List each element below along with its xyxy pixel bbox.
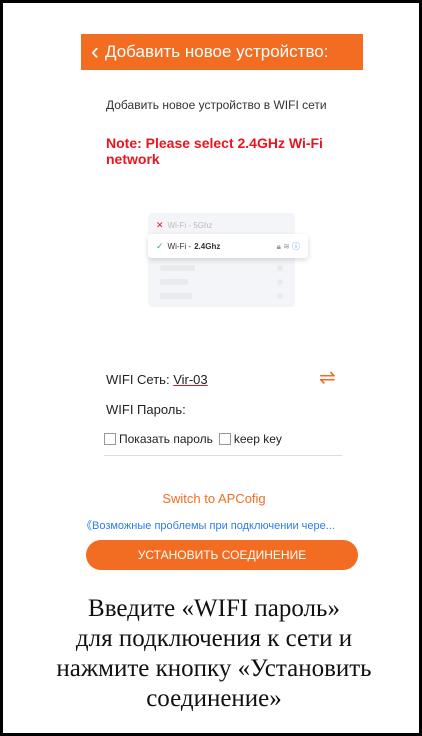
wifi-network-value[interactable]: Vir-03: [173, 372, 207, 387]
wifi-24-name: Wi-Fi: [167, 241, 187, 251]
check-icon: ✓: [156, 240, 164, 251]
keep-key-checkbox[interactable]: [218, 433, 231, 445]
chevron-left-icon[interactable]: ‹: [91, 40, 99, 64]
caption-line: Введите «WIFI пароль»: [88, 595, 340, 622]
separator: -: [186, 221, 194, 230]
instruction-caption: Введите «WIFI пароль» для подключения к …: [3, 594, 422, 714]
show-password-checkbox[interactable]: [104, 433, 116, 445]
placeholder-bar: [160, 293, 192, 299]
cross-icon: ✕: [156, 220, 164, 230]
password-options: Показать пароль keep key: [104, 432, 282, 446]
wifi-24-band: 2.4Ghz: [194, 241, 221, 251]
connect-button[interactable]: УСТАНОВИТЬ СОЕДИНЕНИЕ: [86, 540, 358, 570]
keep-key-label[interactable]: keep key: [234, 432, 282, 446]
header-title: Добавить новое устройство:: [105, 42, 329, 61]
show-password-label[interactable]: Показать пароль: [119, 432, 213, 446]
placeholder-dot: [277, 265, 283, 271]
divider: [104, 455, 342, 456]
wifi-5g-band: 5Ghz: [193, 221, 213, 230]
wifi-band-illustration: ✕ Wi-Fi - 5Ghz ✓ Wi-Fi - 2.4Ghz 🔒︎ ≋ ⓘ: [148, 213, 308, 307]
info-icon: ⓘ: [292, 241, 300, 251]
caption-line: для подключения к сети и: [75, 625, 353, 652]
switch-network-icon[interactable]: ⇌: [319, 365, 336, 390]
placeholder-bar: [160, 279, 188, 285]
wifi-network-field[interactable]: WIFI Сеть: Vir-03: [106, 372, 208, 387]
caption-line: соединение»: [146, 685, 282, 712]
wifi-network-label: WIFI Сеть:: [106, 372, 170, 387]
placeholder-bar: [160, 265, 195, 271]
wifi-5g-name: Wi-Fi: [167, 221, 187, 230]
switch-to-apconfig-link[interactable]: Switch to APCofig: [3, 491, 422, 506]
connection-problems-link[interactable]: 《Возможные проблемы при подключении чере…: [81, 517, 371, 533]
lock-icon: 🔒︎: [276, 241, 281, 251]
wifi-signal-icon: ≋: [283, 241, 290, 251]
app-header: ‹ Добавить новое устройство:: [81, 34, 363, 70]
caption-line: нажмите кнопку «Установить: [56, 655, 372, 682]
wifi-password-label: WIFI Пароль:: [106, 402, 186, 417]
placeholder-dot: [277, 293, 283, 299]
page-subtitle: Добавить новое устройство в WIFI сети: [106, 98, 327, 112]
wifi-5g-row: ✕ Wi-Fi - 5Ghz: [156, 220, 212, 231]
status-icons: 🔒︎ ≋ ⓘ: [277, 241, 300, 252]
wifi-24-row: ✓ Wi-Fi - 2.4Ghz 🔒︎ ≋ ⓘ: [148, 234, 308, 258]
separator: -: [186, 241, 192, 251]
screenshot-frame: ‹ Добавить новое устройство: Добавить но…: [0, 0, 422, 736]
placeholder-dot: [277, 279, 283, 285]
band-note: Note: Please select 2.4GHz Wi-Fi network: [106, 135, 323, 167]
